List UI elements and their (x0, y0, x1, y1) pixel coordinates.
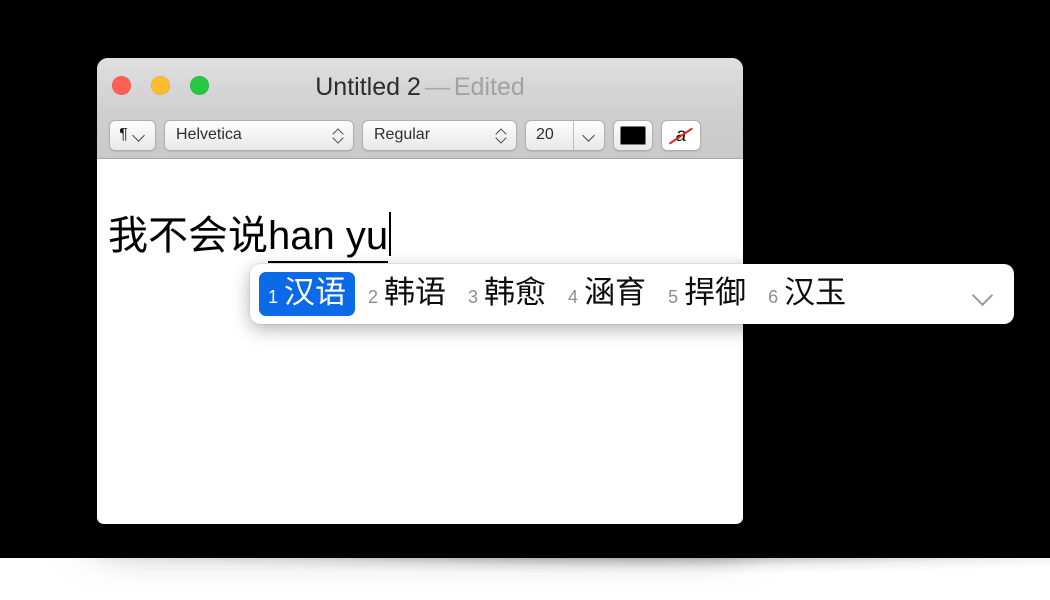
font-family-select[interactable]: Helvetica (164, 119, 354, 151)
candidate-word: 涵育 (584, 275, 647, 310)
font-size-dropdown-button[interactable] (573, 120, 604, 150)
ime-composing-text: han yu (268, 212, 389, 263)
candidate-word: 汉玉 (784, 275, 847, 310)
candidate-index: 3 (468, 287, 479, 307)
font-size-value[interactable]: 20 (526, 126, 573, 144)
font-family-value: Helvetica (176, 126, 242, 143)
color-swatch-icon (620, 125, 646, 145)
font-size-combo[interactable]: 20 (525, 119, 605, 151)
ime-candidate-panel: 1 汉语 2 韩语 3 韩愈 4 涵育 5 捍御 6 汉玉 (250, 264, 1014, 324)
chevron-down-icon (583, 131, 596, 139)
ime-candidate-2[interactable]: 2 韩语 (359, 272, 455, 316)
candidate-word: 韩语 (384, 275, 447, 310)
chevron-down-icon (133, 131, 146, 139)
stepper-arrows-icon (495, 126, 508, 145)
candidate-index: 4 (568, 287, 579, 307)
document-text-area[interactable]: 我不会说 han yu (97, 159, 743, 523)
format-toolbar: ¶ Helvetica Regular 20 a (97, 112, 743, 159)
candidate-word: 韩愈 (484, 275, 547, 310)
edited-badge: Edited (453, 73, 525, 101)
window-titlebar[interactable]: Untitled 2— Edited (97, 58, 743, 112)
font-style-select[interactable]: Regular (362, 119, 517, 151)
candidate-index: 1 (268, 287, 279, 307)
paragraph-style-button[interactable]: ¶ (109, 119, 156, 151)
candidate-index: 5 (668, 287, 679, 307)
ime-candidate-6[interactable]: 6 汉玉 (759, 272, 855, 316)
ime-candidate-list: 1 汉语 2 韩语 3 韩愈 4 涵育 5 捍御 6 汉玉 (259, 272, 961, 316)
text-color-button[interactable] (613, 119, 653, 151)
candidate-index: 2 (368, 287, 379, 307)
candidate-word: 汉语 (284, 275, 347, 310)
document-line: 我不会说 han yu (108, 205, 743, 263)
ime-expand-button[interactable] (961, 288, 1005, 301)
title-dash: — (424, 73, 450, 101)
document-title-text: Untitled 2 (315, 73, 421, 101)
font-style-value: Regular (374, 126, 431, 143)
lower-background-sheet (0, 558, 1050, 600)
candidate-index: 6 (768, 287, 779, 307)
no-background-color-button[interactable]: a (661, 119, 701, 151)
ime-candidate-4[interactable]: 4 涵育 (559, 272, 655, 316)
text-caret (389, 212, 392, 256)
ime-candidate-5[interactable]: 5 捍御 (659, 272, 755, 316)
committed-text: 我不会说 (108, 214, 268, 258)
stepper-arrows-icon (332, 126, 345, 145)
ime-candidate-1[interactable]: 1 汉语 (259, 272, 356, 316)
ime-candidate-3[interactable]: 3 韩愈 (459, 272, 555, 316)
candidate-word: 捍御 (684, 275, 747, 310)
window-title: Untitled 2— Edited (97, 73, 743, 101)
pilcrow-icon: ¶ (119, 126, 128, 143)
chevron-down-icon (971, 288, 995, 301)
